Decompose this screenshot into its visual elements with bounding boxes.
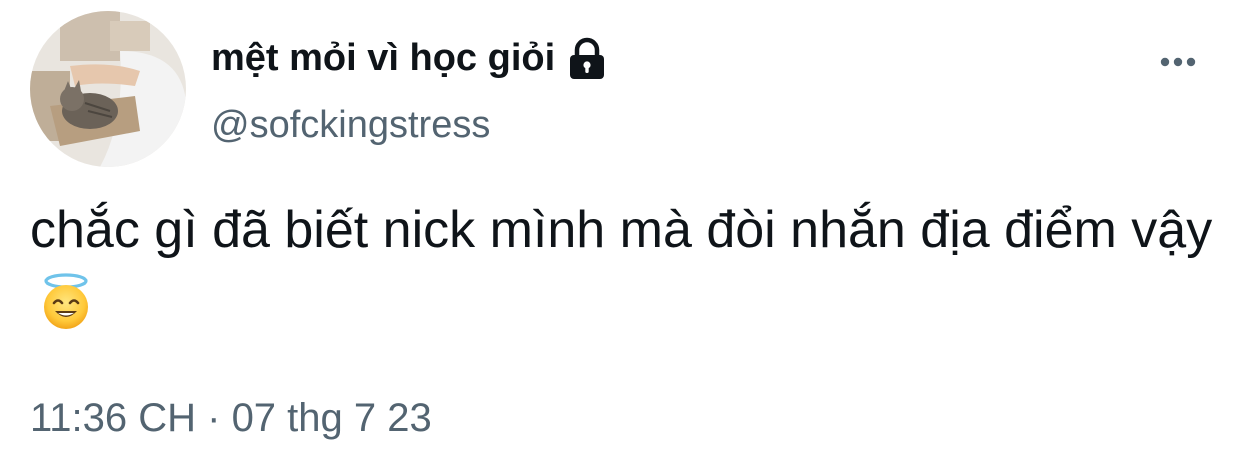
lock-icon: [565, 36, 609, 80]
author-display-name[interactable]: mệt mỏi vì học giỏi: [211, 37, 555, 80]
avatar-photo: [30, 11, 186, 167]
author-name-row[interactable]: mệt mỏi vì học giỏi: [211, 30, 609, 86]
avatar[interactable]: [30, 11, 186, 167]
more-horizontal-icon[interactable]: [1150, 44, 1206, 80]
author-handle[interactable]: @sofckingstress: [211, 104, 490, 147]
tweet-text-content: chắc gì đã biết nick mình mà đòi nhắn đị…: [30, 201, 1213, 259]
tweet-text: chắc gì đã biết nick mình mà đòi nhắn đị…: [30, 194, 1220, 338]
tweet-timestamp[interactable]: 11:36 CH · 07 thg 7 23: [30, 396, 432, 441]
smiling-face-with-halo-icon: [38, 271, 94, 331]
